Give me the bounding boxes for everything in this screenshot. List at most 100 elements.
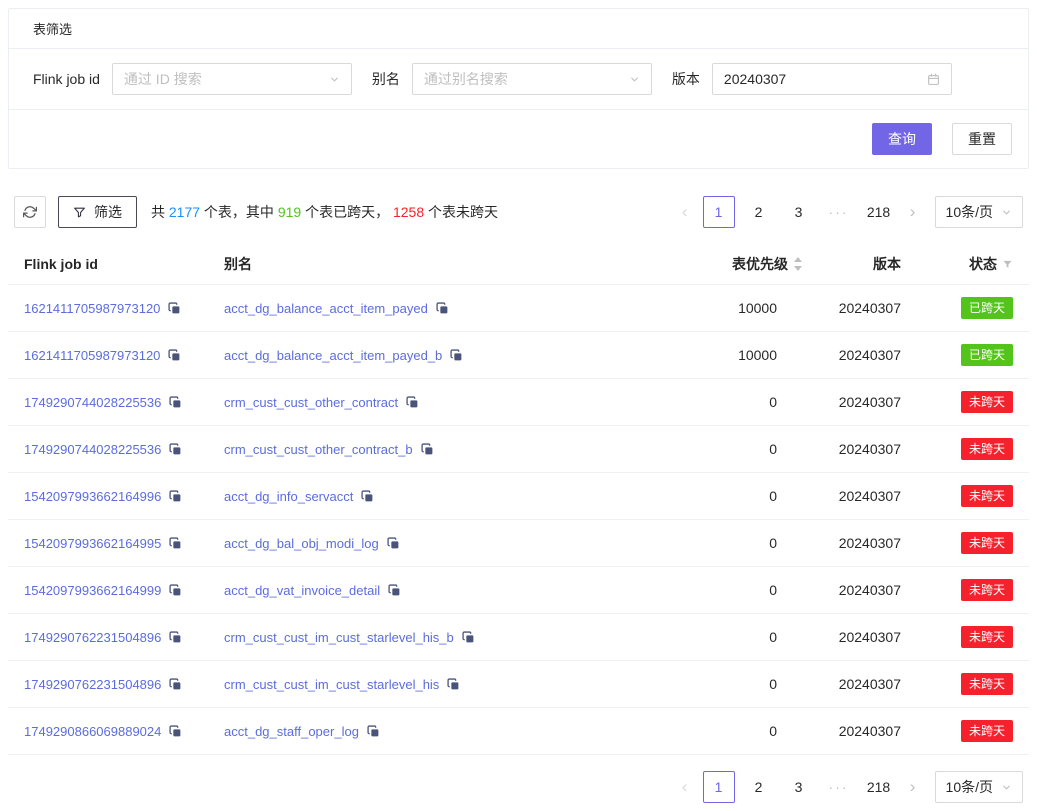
copy-button[interactable] bbox=[361, 490, 374, 503]
job-id-link[interactable]: 1621411705987973120 bbox=[24, 301, 160, 316]
column-header-status[interactable]: 状态 bbox=[917, 244, 1029, 285]
pagination-page-218[interactable]: 218 bbox=[863, 771, 895, 803]
job-id-filter-item: Flink job id 通过 ID 搜索 bbox=[33, 63, 352, 95]
alias-link[interactable]: crm_cust_cust_other_contract_b bbox=[224, 442, 413, 457]
alias-link[interactable]: crm_cust_cust_other_contract bbox=[224, 395, 398, 410]
alias-link[interactable]: crm_cust_cust_im_cust_starlevel_his_b bbox=[224, 630, 454, 645]
copy-icon bbox=[169, 443, 182, 456]
status-badge: 已跨天 bbox=[961, 344, 1013, 366]
page-size-select[interactable]: 10条/页 bbox=[935, 196, 1023, 228]
version-cell: 20240307 bbox=[819, 567, 917, 614]
job-id-link[interactable]: 1542097993662164995 bbox=[24, 536, 161, 551]
status-badge: 未跨天 bbox=[961, 532, 1013, 554]
filter-icon bbox=[73, 206, 86, 219]
copy-button[interactable] bbox=[169, 584, 182, 597]
copy-button[interactable] bbox=[447, 678, 460, 691]
copy-button[interactable] bbox=[436, 302, 449, 315]
copy-button[interactable] bbox=[169, 678, 182, 691]
alias-link[interactable]: acct_dg_staff_oper_log bbox=[224, 724, 359, 739]
copy-icon bbox=[169, 631, 182, 644]
copy-button[interactable] bbox=[462, 631, 475, 644]
copy-button[interactable] bbox=[450, 349, 463, 362]
alias-select[interactable]: 通过别名搜索 bbox=[412, 63, 652, 95]
pagination-page-1[interactable]: 1 bbox=[703, 771, 735, 803]
job-id-link[interactable]: 1542097993662164996 bbox=[24, 489, 161, 504]
alias-link[interactable]: acct_dg_vat_invoice_detail bbox=[224, 583, 380, 598]
summary-part: 919 bbox=[278, 204, 301, 220]
version-cell: 20240307 bbox=[819, 285, 917, 332]
filter-actions: 查询 重置 bbox=[9, 109, 1028, 168]
filter-funnel-icon[interactable] bbox=[1002, 259, 1013, 270]
pagination-page-3[interactable]: 3 bbox=[783, 771, 815, 803]
page: 表筛选 Flink job id 通过 ID 搜索 别名 通过别名搜索 版本 bbox=[0, 0, 1037, 811]
pagination-page-1[interactable]: 1 bbox=[703, 196, 735, 228]
priority-cell: 0 bbox=[691, 379, 819, 426]
chevron-down-icon bbox=[1001, 207, 1012, 218]
job-id-link[interactable]: 1621411705987973120 bbox=[24, 348, 160, 363]
reset-button[interactable]: 重置 bbox=[952, 123, 1012, 155]
version-cell: 20240307 bbox=[819, 426, 917, 473]
table-row: 1749290762231504896 crm_cust_cust_im_cus… bbox=[8, 661, 1029, 708]
filter-toggle-button[interactable]: 筛选 bbox=[58, 196, 137, 228]
priority-cell: 10000 bbox=[691, 285, 819, 332]
sort-icon bbox=[793, 256, 803, 272]
copy-button[interactable] bbox=[387, 537, 400, 550]
pagination-next-button[interactable]: › bbox=[899, 771, 927, 803]
refresh-button[interactable] bbox=[14, 196, 46, 228]
copy-button[interactable] bbox=[168, 302, 181, 315]
pagination: ‹123···218›10条/页 bbox=[671, 196, 1023, 228]
copy-icon bbox=[169, 537, 182, 550]
tables-table: Flink job id 别名 表优先级 版本 状态 bbox=[8, 244, 1029, 755]
job-id-link[interactable]: 1749290866069889024 bbox=[24, 724, 161, 739]
job-id-select[interactable]: 通过 ID 搜索 bbox=[112, 63, 352, 95]
alias-link[interactable]: acct_dg_balance_acct_item_payed_b bbox=[224, 348, 442, 363]
copy-button[interactable] bbox=[367, 725, 380, 738]
column-header-alias: 别名 bbox=[208, 244, 691, 285]
job-id-link[interactable]: 1749290744028225536 bbox=[24, 442, 161, 457]
alias-link[interactable]: acct_dg_info_servacct bbox=[224, 489, 353, 504]
alias-filter-item: 别名 通过别名搜索 bbox=[372, 63, 652, 95]
alias-link[interactable]: crm_cust_cust_im_cust_starlevel_his bbox=[224, 677, 439, 692]
copy-icon bbox=[388, 584, 401, 597]
status-badge: 未跨天 bbox=[961, 720, 1013, 742]
job-id-link[interactable]: 1749290762231504896 bbox=[24, 630, 161, 645]
alias-link[interactable]: acct_dg_bal_obj_modi_log bbox=[224, 536, 379, 551]
copy-button[interactable] bbox=[169, 631, 182, 644]
chevron-down-icon bbox=[629, 74, 640, 85]
copy-icon bbox=[436, 302, 449, 315]
pagination-prev-button[interactable]: ‹ bbox=[671, 771, 699, 803]
pagination-page-3[interactable]: 3 bbox=[783, 196, 815, 228]
copy-button[interactable] bbox=[421, 443, 434, 456]
copy-icon bbox=[169, 584, 182, 597]
job-id-link[interactable]: 1749290744028225536 bbox=[24, 395, 161, 410]
status-badge: 已跨天 bbox=[961, 297, 1013, 319]
summary-part: 个表未跨天 bbox=[424, 204, 498, 220]
pagination-next-button[interactable]: › bbox=[899, 196, 927, 228]
copy-button[interactable] bbox=[406, 396, 419, 409]
query-button[interactable]: 查询 bbox=[872, 123, 932, 155]
pagination-prev-button[interactable]: ‹ bbox=[671, 196, 699, 228]
page-size-select[interactable]: 10条/页 bbox=[935, 771, 1023, 803]
copy-button[interactable] bbox=[169, 443, 182, 456]
column-header-priority[interactable]: 表优先级 bbox=[691, 244, 819, 285]
pagination-page-2[interactable]: 2 bbox=[743, 771, 775, 803]
priority-cell: 0 bbox=[691, 708, 819, 755]
copy-icon bbox=[169, 725, 182, 738]
job-id-link[interactable]: 1749290762231504896 bbox=[24, 677, 161, 692]
copy-icon bbox=[406, 396, 419, 409]
status-badge: 未跨天 bbox=[961, 438, 1013, 460]
copy-button[interactable] bbox=[169, 396, 182, 409]
alias-label: 别名 bbox=[372, 69, 400, 89]
alias-link[interactable]: acct_dg_balance_acct_item_payed bbox=[224, 301, 428, 316]
job-id-link[interactable]: 1542097993662164999 bbox=[24, 583, 161, 598]
copy-button[interactable] bbox=[169, 490, 182, 503]
summary-part: 1258 bbox=[393, 204, 424, 220]
pagination-page-2[interactable]: 2 bbox=[743, 196, 775, 228]
pagination-page-218[interactable]: 218 bbox=[863, 196, 895, 228]
copy-button[interactable] bbox=[169, 725, 182, 738]
copy-button[interactable] bbox=[169, 537, 182, 550]
version-date-input[interactable]: 20240307 bbox=[712, 63, 952, 95]
copy-button[interactable] bbox=[168, 349, 181, 362]
copy-button[interactable] bbox=[388, 584, 401, 597]
table-header-row: Flink job id 别名 表优先级 版本 状态 bbox=[8, 244, 1029, 285]
